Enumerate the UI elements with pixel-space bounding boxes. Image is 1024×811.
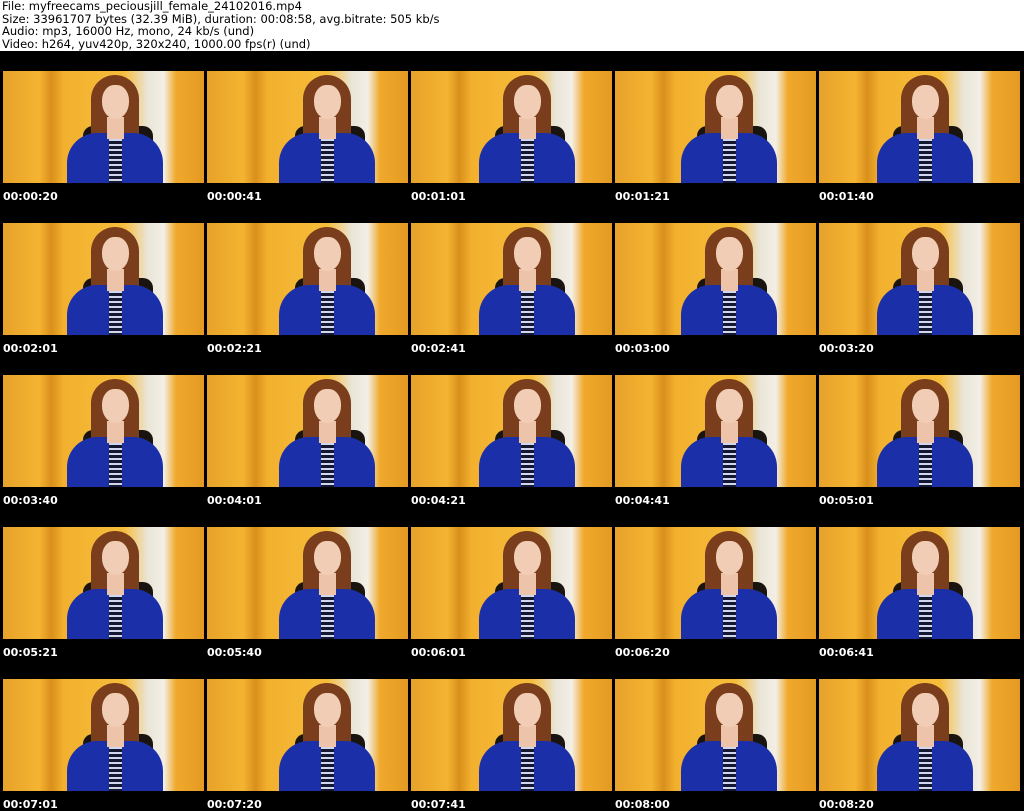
timestamp-label: 00:07:20 (207, 798, 262, 811)
timestamp-label: 00:02:21 (207, 342, 262, 355)
video-frame-thumbnail (615, 679, 816, 791)
video-info: Video: h264, yuv420p, 320x240, 1000.00 f… (2, 36, 311, 51)
thumbnail-cell: 00:07:41 (408, 659, 612, 811)
thumbnail-cell: 00:06:20 (612, 507, 816, 659)
timestamp-label: 00:01:21 (615, 190, 670, 203)
timestamp-label: 00:03:20 (819, 342, 874, 355)
audio-info: Audio: mp3, 16000 Hz, mono, 24 kb/s (und… (2, 24, 255, 38)
thumbnail-cell: 00:05:21 (0, 507, 204, 659)
video-frame-thumbnail (819, 223, 1020, 335)
timestamp-label: 00:03:40 (3, 494, 58, 507)
video-frame-thumbnail (819, 527, 1020, 639)
timestamp-label: 00:07:01 (3, 798, 58, 811)
video-frame-thumbnail (411, 71, 612, 183)
video-frame-thumbnail (411, 223, 612, 335)
video-frame-thumbnail (819, 375, 1020, 487)
thumbnail-cell: 00:01:21 (612, 51, 816, 203)
video-frame-thumbnail (615, 527, 816, 639)
timestamp-label: 00:06:20 (615, 646, 670, 659)
video-frame-thumbnail (819, 679, 1020, 791)
timestamp-label: 00:06:41 (819, 646, 874, 659)
thumbnail-cell: 00:01:40 (816, 51, 1020, 203)
video-frame-thumbnail (411, 527, 612, 639)
timestamp-label: 00:05:01 (819, 494, 874, 507)
timestamp-label: 00:04:41 (615, 494, 670, 507)
timestamp-label: 00:01:01 (411, 190, 466, 203)
thumbnail-cell: 00:03:40 (0, 355, 204, 507)
thumbnail-cell: 00:07:01 (0, 659, 204, 811)
timestamp-label: 00:07:41 (411, 798, 466, 811)
timestamp-label: 00:04:21 (411, 494, 466, 507)
thumbnail-cell: 00:00:41 (204, 51, 408, 203)
video-frame-thumbnail (207, 71, 408, 183)
timestamp-label: 00:02:41 (411, 342, 466, 355)
timestamp-label: 00:05:21 (3, 646, 58, 659)
thumbnail-cell: 00:01:01 (408, 51, 612, 203)
video-frame-thumbnail (3, 679, 204, 791)
thumbnail-cell: 00:04:21 (408, 355, 612, 507)
video-frame-thumbnail (411, 375, 612, 487)
thumbnail-cell: 00:02:21 (204, 203, 408, 355)
thumbnail-cell: 00:06:01 (408, 507, 612, 659)
thumbnail-cell: 00:03:00 (612, 203, 816, 355)
video-frame-thumbnail (207, 375, 408, 487)
thumbnail-cell: 00:07:20 (204, 659, 408, 811)
timestamp-label: 00:03:00 (615, 342, 670, 355)
video-frame-thumbnail (615, 71, 816, 183)
video-frame-thumbnail (207, 679, 408, 791)
thumbnail-cell: 00:04:41 (612, 355, 816, 507)
timestamp-label: 00:04:01 (207, 494, 262, 507)
video-frame-thumbnail (3, 71, 204, 183)
thumbnail-cell: 00:05:40 (204, 507, 408, 659)
thumbnail-grid: 00:00:20 00:00:41 00:01:01 00:01:21 00:01:40… (0, 51, 1024, 811)
file-name: File: myfreecams_peciousjill_female_2410… (2, 0, 302, 13)
thumbnail-cell: 00:08:00 (612, 659, 816, 811)
timestamp-label: 00:00:20 (3, 190, 58, 203)
timestamp-label: 00:08:00 (615, 798, 670, 811)
thumbnail-cell: 00:08:20 (816, 659, 1020, 811)
timestamp-label: 00:06:01 (411, 646, 466, 659)
file-info-header: File: myfreecams_peciousjill_female_2410… (2, 0, 440, 50)
thumbnail-cell: 00:05:01 (816, 355, 1020, 507)
video-frame-thumbnail (3, 527, 204, 639)
thumbnail-cell: 00:00:20 (0, 51, 204, 203)
video-frame-thumbnail (615, 223, 816, 335)
video-frame-thumbnail (3, 375, 204, 487)
thumbnail-cell: 00:04:01 (204, 355, 408, 507)
timestamp-label: 00:05:40 (207, 646, 262, 659)
video-frame-thumbnail (615, 375, 816, 487)
video-frame-thumbnail (207, 527, 408, 639)
timestamp-label: 00:00:41 (207, 190, 262, 203)
timestamp-label: 00:02:01 (3, 342, 58, 355)
video-frame-thumbnail (819, 71, 1020, 183)
timestamp-label: 00:08:20 (819, 798, 874, 811)
timestamp-label: 00:01:40 (819, 190, 874, 203)
video-frame-thumbnail (207, 223, 408, 335)
thumbnail-cell: 00:02:41 (408, 203, 612, 355)
video-frame-thumbnail (411, 679, 612, 791)
video-frame-thumbnail (3, 223, 204, 335)
thumbnail-cell: 00:03:20 (816, 203, 1020, 355)
thumbnail-cell: 00:02:01 (0, 203, 204, 355)
thumbnail-cell: 00:06:41 (816, 507, 1020, 659)
